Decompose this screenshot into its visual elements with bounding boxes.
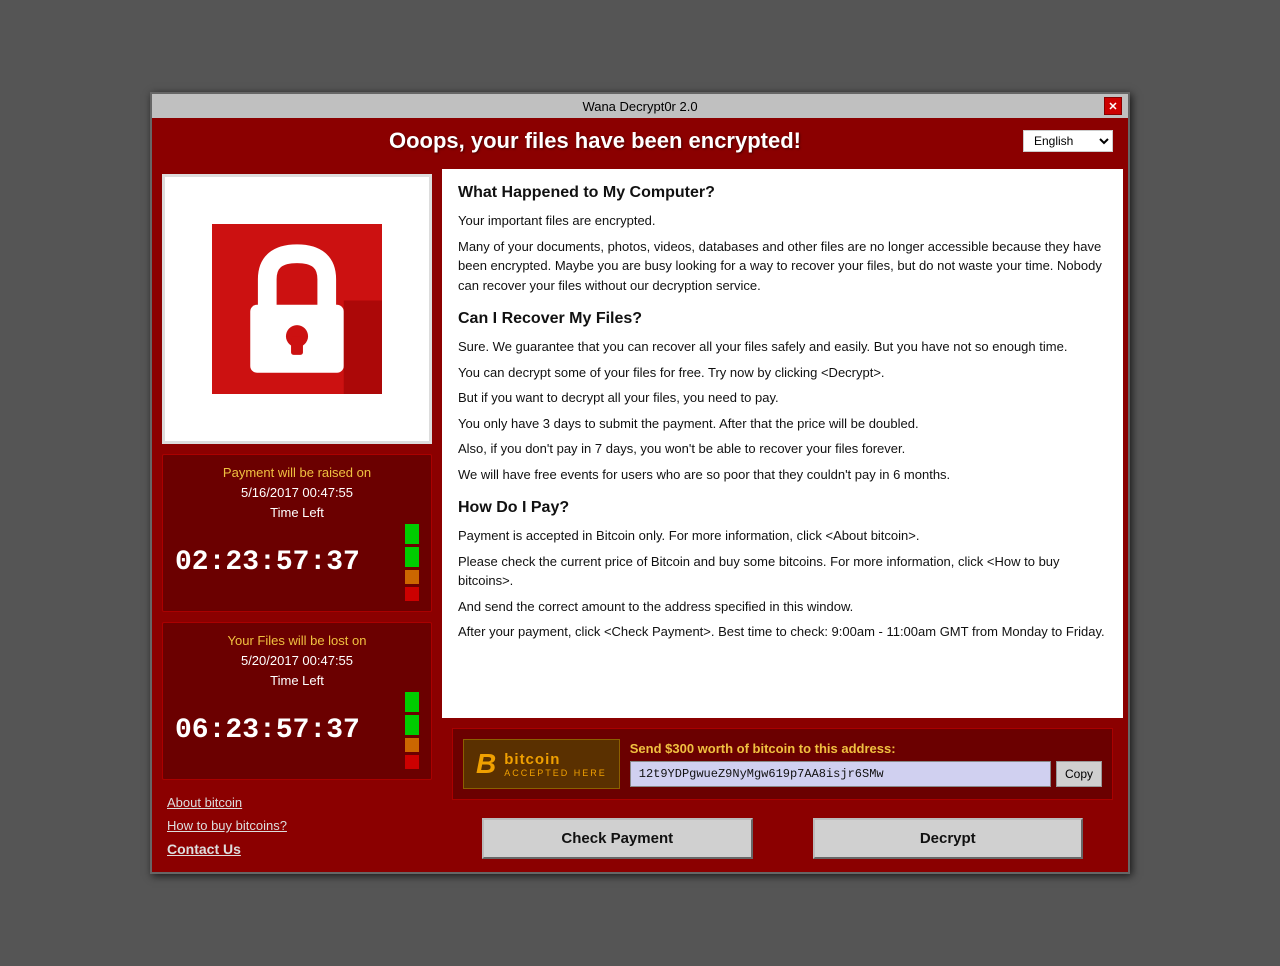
bar-green [405,524,419,544]
bitcoin-logo: B bitcoin ACCEPTED HERE [463,739,620,789]
bar2-green2 [405,715,419,735]
lock-image [162,174,432,444]
bitcoin-word: bitcoin [504,751,607,768]
bitcoin-b-icon: B [476,748,496,780]
timer2-display: 06:23:57:37 [175,715,397,746]
send-label: Send $300 worth of bitcoin to this addre… [630,741,1102,756]
timer2-bars [405,692,419,769]
bitcoin-text: bitcoin ACCEPTED HERE [504,751,607,778]
bitcoin-right: Send $300 worth of bitcoin to this addre… [630,741,1102,787]
bottom-buttons: Check Payment Decrypt [442,810,1123,867]
timer1-date: 5/16/2017 00:47:55 [175,485,419,500]
section2-para4: You only have 3 days to submit the payme… [458,414,1107,434]
bar-orange [405,570,419,584]
timer1-bars [405,524,419,601]
bar2-green [405,692,419,712]
address-row: Copy [630,761,1102,787]
section3-para3: And send the correct amount to the addre… [458,597,1107,617]
title-bar: Wana Decrypt0r 2.0 ✕ [152,94,1128,118]
bitcoin-sub: ACCEPTED HERE [504,768,607,778]
section3-para1: Payment is accepted in Bitcoin only. For… [458,526,1107,546]
main-content: Payment will be raised on 5/16/2017 00:4… [152,164,1128,872]
section1-para2: Many of your documents, photos, videos, … [458,237,1107,296]
lock-icon [212,224,382,394]
section2-para5: Also, if you don't pay in 7 days, you wo… [458,439,1107,459]
section2-para1: Sure. We guarantee that you can recover … [458,337,1107,357]
check-payment-button[interactable]: Check Payment [482,818,753,859]
bitcoin-address-input[interactable] [630,761,1051,787]
bar2-orange [405,738,419,752]
section1-para1: Your important files are encrypted. [458,211,1107,231]
left-panel: Payment will be raised on 5/16/2017 00:4… [152,164,442,872]
links-section: About bitcoin How to buy bitcoins? Conta… [162,790,432,862]
timer2-label: Time Left [175,673,419,688]
section2-heading: Can I Recover My Files? [458,307,1107,331]
close-button[interactable]: ✕ [1104,97,1122,115]
header: Ooops, your files have been encrypted! E… [152,118,1128,164]
contact-us-link[interactable]: Contact Us [167,841,427,857]
bitcoin-section: B bitcoin ACCEPTED HERE Send $300 worth … [442,718,1123,810]
right-panel: What Happened to My Computer? Your impor… [442,169,1123,867]
bitcoin-inner: B bitcoin ACCEPTED HERE Send $300 worth … [452,728,1113,800]
main-window: Wana Decrypt0r 2.0 ✕ Ooops, your files h… [150,92,1130,874]
window-title: Wana Decrypt0r 2.0 [176,99,1104,114]
timer1-display: 02:23:57:37 [175,547,397,578]
section2-para6: We will have free events for users who a… [458,465,1107,485]
bar-red [405,587,419,601]
section3-heading: How Do I Pay? [458,496,1107,520]
how-to-buy-link[interactable]: How to buy bitcoins? [167,818,427,833]
bar-green2 [405,547,419,567]
bar2-red [405,755,419,769]
section3-para2: Please check the current price of Bitcoi… [458,552,1107,591]
decrypt-button[interactable]: Decrypt [813,818,1084,859]
text-content: What Happened to My Computer? Your impor… [442,169,1123,718]
timer2-title: Your Files will be lost on [175,633,419,648]
section3-para4: After your payment, click <Check Payment… [458,622,1107,642]
copy-button[interactable]: Copy [1056,761,1102,787]
language-select[interactable]: English [1023,130,1113,152]
timer2-row: 06:23:57:37 [175,692,419,769]
timer1-label: Time Left [175,505,419,520]
main-heading: Ooops, your files have been encrypted! [167,128,1023,154]
section2-para3: But if you want to decrypt all your file… [458,388,1107,408]
about-bitcoin-link[interactable]: About bitcoin [167,795,427,810]
timer-files-lost: Your Files will be lost on 5/20/2017 00:… [162,622,432,780]
timer1-title: Payment will be raised on [175,465,419,480]
timer1-row: 02:23:57:37 [175,524,419,601]
section1-heading: What Happened to My Computer? [458,181,1107,205]
timer2-date: 5/20/2017 00:47:55 [175,653,419,668]
timer-payment-raised: Payment will be raised on 5/16/2017 00:4… [162,454,432,612]
section2-para2: You can decrypt some of your files for f… [458,363,1107,383]
